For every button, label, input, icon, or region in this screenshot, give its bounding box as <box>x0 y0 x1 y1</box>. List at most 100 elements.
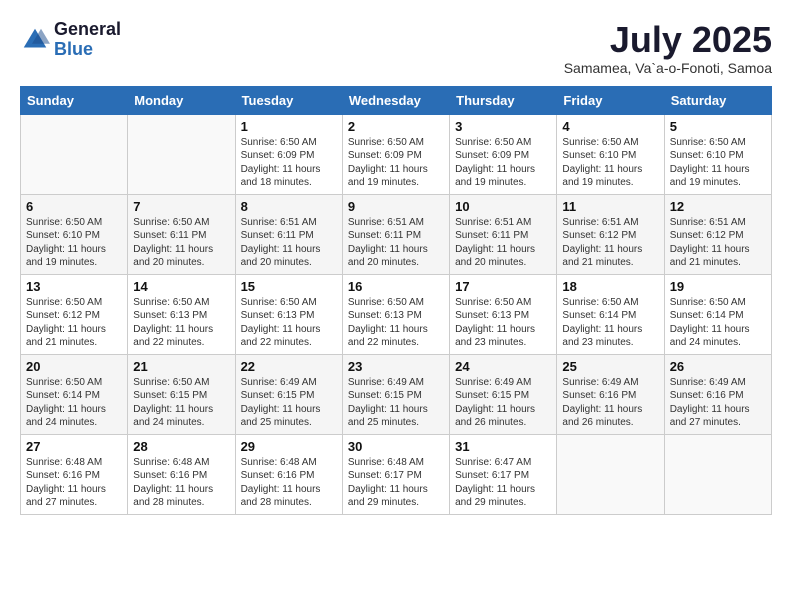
table-row: 28 Sunrise: 6:48 AMSunset: 6:16 PMDayligh… <box>128 434 235 514</box>
day-info: Sunrise: 6:50 AMSunset: 6:13 PMDaylight:… <box>348 296 444 350</box>
table-row: 7Sunrise: 6:50 AMSunset: 6:11 PMDaylight… <box>128 194 235 274</box>
day-number: 20 <box>26 359 122 374</box>
day-info: Sunrise: 6:50 AMSunset: 6:10 PMDaylight:… <box>670 136 766 190</box>
table-row: 23 Sunrise: 6:49 AMSunset: 6:15 PMDayligh… <box>342 354 449 434</box>
day-number: 19 <box>670 279 766 294</box>
table-row: 19 Sunrise: 6:50 AMSunset: 6:14 PMDayligh… <box>664 274 771 354</box>
day-info: Sunrise: 6:50 AMSunset: 6:09 PMDaylight:… <box>455 136 551 190</box>
day-number: 10 <box>455 199 551 214</box>
table-row: 24 Sunrise: 6:49 AMSunset: 6:15 PMDayligh… <box>450 354 557 434</box>
day-info: Sunrise: 6:50 AMSunset: 6:14 PMDaylight:… <box>562 296 658 350</box>
table-row: 12 Sunrise: 6:51 AMSunset: 6:12 PMDayligh… <box>664 194 771 274</box>
table-row: 14 Sunrise: 6:50 AMSunset: 6:13 PMDayligh… <box>128 274 235 354</box>
calendar-week-row: 1Sunrise: 6:50 AMSunset: 6:09 PMDaylight… <box>21 114 772 194</box>
day-info: Sunrise: 6:50 AMSunset: 6:13 PMDaylight:… <box>133 296 229 350</box>
logo-text: General Blue <box>54 20 121 60</box>
day-number: 18 <box>562 279 658 294</box>
table-row: 2 Sunrise: 6:50 AMSunset: 6:09 PMDaylight… <box>342 114 449 194</box>
table-row: 21 Sunrise: 6:50 AMSunset: 6:15 PMDayligh… <box>128 354 235 434</box>
day-number: 25 <box>562 359 658 374</box>
day-number: 14 <box>133 279 229 294</box>
table-row: 10 Sunrise: 6:51 AMSunset: 6:11 PMDayligh… <box>450 194 557 274</box>
title-block: July 2025 Samamea, Va`a-o-Fonoti, Samoa <box>564 20 772 76</box>
day-number: 22 <box>241 359 337 374</box>
table-row <box>128 114 235 194</box>
day-number: 23 <box>348 359 444 374</box>
day-info: Sunrise: 6:50 AMSunset: 6:14 PMDaylight:… <box>26 376 122 430</box>
day-number: 13 <box>26 279 122 294</box>
day-number: 8 <box>241 199 337 214</box>
day-number: 9 <box>348 199 444 214</box>
table-row: 27Sunrise: 6:48 AMSunset: 6:16 PMDayligh… <box>21 434 128 514</box>
day-info: Sunrise: 6:50 AMSunset: 6:13 PMDaylight:… <box>455 296 551 350</box>
day-info: Sunrise: 6:49 AMSunset: 6:15 PMDaylight:… <box>455 376 551 430</box>
day-info: Sunrise: 6:50 AMSunset: 6:10 PMDaylight:… <box>562 136 658 190</box>
col-tuesday: Tuesday <box>235 86 342 114</box>
day-number: 7 <box>133 199 229 214</box>
logo-general: General <box>54 20 121 40</box>
table-row: 3Sunrise: 6:50 AMSunset: 6:09 PMDaylight… <box>450 114 557 194</box>
day-number: 4 <box>562 119 658 134</box>
calendar-header-row: Sunday Monday Tuesday Wednesday Thursday… <box>21 86 772 114</box>
day-info: Sunrise: 6:51 AMSunset: 6:11 PMDaylight:… <box>241 216 337 270</box>
table-row: 17 Sunrise: 6:50 AMSunset: 6:13 PMDayligh… <box>450 274 557 354</box>
logo: General Blue <box>20 20 121 60</box>
day-number: 17 <box>455 279 551 294</box>
day-info: Sunrise: 6:49 AMSunset: 6:15 PMDaylight:… <box>348 376 444 430</box>
col-wednesday: Wednesday <box>342 86 449 114</box>
table-row: 29Sunrise: 6:48 AMSunset: 6:16 PMDayligh… <box>235 434 342 514</box>
day-info: Sunrise: 6:50 AMSunset: 6:15 PMDaylight:… <box>133 376 229 430</box>
calendar-week-row: 27Sunrise: 6:48 AMSunset: 6:16 PMDayligh… <box>21 434 772 514</box>
table-row: 20 Sunrise: 6:50 AMSunset: 6:14 PMDayligh… <box>21 354 128 434</box>
day-info: Sunrise: 6:48 AMSunset: 6:16 PMDaylight:… <box>133 456 229 510</box>
day-number: 26 <box>670 359 766 374</box>
table-row <box>21 114 128 194</box>
day-info: Sunrise: 6:49 AMSunset: 6:16 PMDaylight:… <box>670 376 766 430</box>
table-row: 5 Sunrise: 6:50 AMSunset: 6:10 PMDaylight… <box>664 114 771 194</box>
table-row: 9 Sunrise: 6:51 AMSunset: 6:11 PMDaylight… <box>342 194 449 274</box>
table-row: 30 Sunrise: 6:48 AMSunset: 6:17 PMDayligh… <box>342 434 449 514</box>
day-info: Sunrise: 6:47 AMSunset: 6:17 PMDaylight:… <box>455 456 551 510</box>
day-number: 15 <box>241 279 337 294</box>
table-row: 8 Sunrise: 6:51 AMSunset: 6:11 PMDaylight… <box>235 194 342 274</box>
day-info: Sunrise: 6:48 AMSunset: 6:17 PMDaylight:… <box>348 456 444 510</box>
day-info: Sunrise: 6:50 AMSunset: 6:12 PMDaylight:… <box>26 296 122 350</box>
day-info: Sunrise: 6:48 AMSunset: 6:16 PMDaylight:… <box>26 456 122 510</box>
day-info: Sunrise: 6:49 AMSunset: 6:16 PMDaylight:… <box>562 376 658 430</box>
day-number: 12 <box>670 199 766 214</box>
day-number: 31 <box>455 439 551 454</box>
day-number: 2 <box>348 119 444 134</box>
table-row: 22Sunrise: 6:49 AMSunset: 6:15 PMDayligh… <box>235 354 342 434</box>
col-friday: Friday <box>557 86 664 114</box>
calendar-week-row: 13 Sunrise: 6:50 AMSunset: 6:12 PMDayligh… <box>21 274 772 354</box>
month-title: July 2025 <box>564 20 772 60</box>
calendar-week-row: 6Sunrise: 6:50 AMSunset: 6:10 PMDaylight… <box>21 194 772 274</box>
day-info: Sunrise: 6:51 AMSunset: 6:12 PMDaylight:… <box>562 216 658 270</box>
day-info: Sunrise: 6:50 AMSunset: 6:14 PMDaylight:… <box>670 296 766 350</box>
day-number: 30 <box>348 439 444 454</box>
table-row: 13 Sunrise: 6:50 AMSunset: 6:12 PMDayligh… <box>21 274 128 354</box>
day-number: 24 <box>455 359 551 374</box>
day-number: 16 <box>348 279 444 294</box>
table-row: 4 Sunrise: 6:50 AMSunset: 6:10 PMDaylight… <box>557 114 664 194</box>
day-number: 28 <box>133 439 229 454</box>
table-row: 16 Sunrise: 6:50 AMSunset: 6:13 PMDayligh… <box>342 274 449 354</box>
table-row <box>557 434 664 514</box>
table-row: 18 Sunrise: 6:50 AMSunset: 6:14 PMDayligh… <box>557 274 664 354</box>
day-info: Sunrise: 6:50 AMSunset: 6:13 PMDaylight:… <box>241 296 337 350</box>
day-number: 21 <box>133 359 229 374</box>
day-number: 6 <box>26 199 122 214</box>
day-info: Sunrise: 6:51 AMSunset: 6:11 PMDaylight:… <box>455 216 551 270</box>
col-sunday: Sunday <box>21 86 128 114</box>
calendar-week-row: 20 Sunrise: 6:50 AMSunset: 6:14 PMDayligh… <box>21 354 772 434</box>
day-info: Sunrise: 6:51 AMSunset: 6:12 PMDaylight:… <box>670 216 766 270</box>
day-info: Sunrise: 6:50 AMSunset: 6:09 PMDaylight:… <box>348 136 444 190</box>
table-row: 1Sunrise: 6:50 AMSunset: 6:09 PMDaylight… <box>235 114 342 194</box>
day-info: Sunrise: 6:51 AMSunset: 6:11 PMDaylight:… <box>348 216 444 270</box>
table-row <box>664 434 771 514</box>
col-thursday: Thursday <box>450 86 557 114</box>
table-row: 26 Sunrise: 6:49 AMSunset: 6:16 PMDayligh… <box>664 354 771 434</box>
day-number: 5 <box>670 119 766 134</box>
page-header: General Blue July 2025 Samamea, Va`a-o-F… <box>20 20 772 76</box>
table-row: 25 Sunrise: 6:49 AMSunset: 6:16 PMDayligh… <box>557 354 664 434</box>
